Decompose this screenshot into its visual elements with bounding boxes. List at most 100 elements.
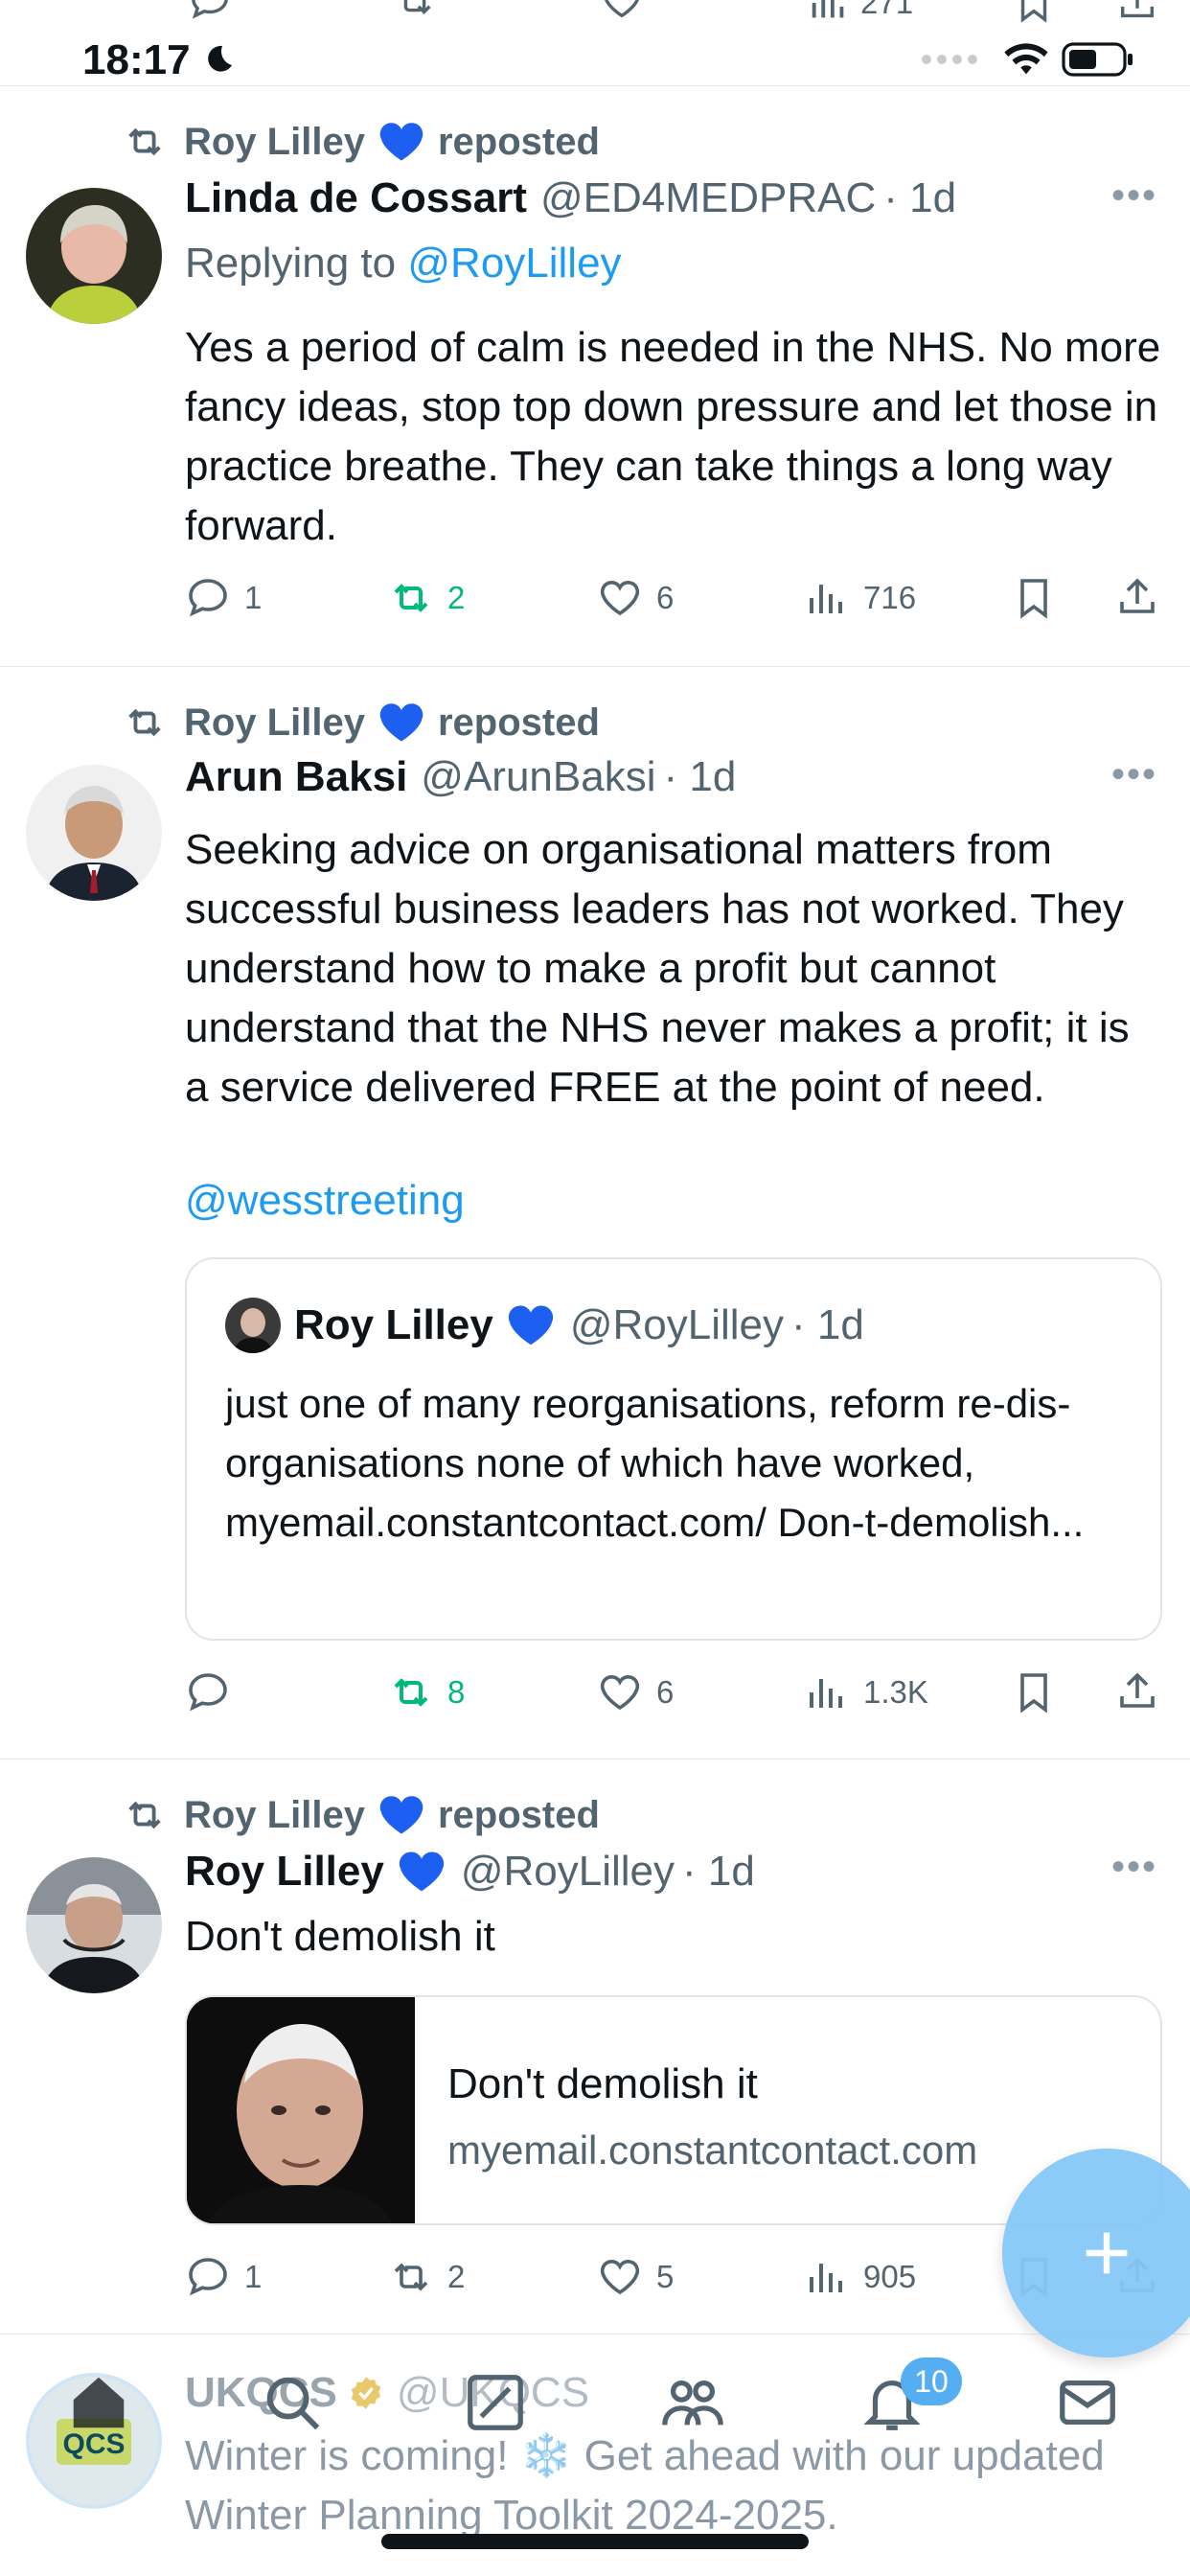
blue-heart-icon — [379, 703, 423, 742]
link-card[interactable]: Don't demolish it myemail.constantcontac… — [185, 1995, 1162, 2225]
tab-home[interactable] — [65, 2369, 132, 2441]
status-bar-time: 18:17 — [82, 36, 237, 84]
repost-context[interactable]: Roy Lilley reposted — [123, 117, 600, 167]
repost-count: 8 — [447, 1674, 466, 1710]
bookmark-icon — [1020, 0, 1047, 23]
repost-context[interactable]: Roy Lilley reposted — [123, 1790, 600, 1840]
like-button[interactable]: 6 — [597, 575, 674, 621]
clock: 18:17 — [82, 36, 191, 83]
like-button[interactable]: 5 — [597, 2254, 674, 2300]
repost-icon — [394, 1678, 428, 1707]
repost-icon — [128, 1801, 161, 1829]
tweet-header: Arun Baksi @ArunBaksi · 1d — [185, 753, 736, 801]
reply-icon — [192, 0, 228, 19]
more-icon[interactable]: ••• — [1111, 1846, 1157, 1889]
quoted-author-handle: @RoyLilley — [569, 1301, 785, 1348]
replying-to: Replying to @RoyLilley — [185, 240, 622, 288]
share-button[interactable] — [1115, 0, 1159, 25]
home-indicator — [381, 2534, 809, 2549]
grok-icon — [468, 2375, 523, 2430]
replying-to-link[interactable]: @RoyLilley — [407, 240, 621, 287]
more-icon[interactable]: ••• — [1111, 174, 1157, 218]
reposter-name: Roy Lilley — [184, 1793, 365, 1836]
repost-button[interactable]: 8 — [388, 1669, 465, 1715]
quoted-tweet[interactable]: Roy Lilley @RoyLilley · 1d just one of m… — [185, 1257, 1162, 1641]
reply-icon — [189, 579, 227, 617]
repost-button[interactable]: 2 — [388, 2254, 465, 2300]
reply-count: 1 — [244, 2259, 263, 2294]
tweet[interactable]: Roy Lilley reposted Linda de Cossart @ED… — [0, 86, 1190, 667]
reply-icon — [189, 1673, 227, 1712]
more-icon[interactable]: ••• — [1111, 753, 1157, 796]
reply-button[interactable] — [185, 1669, 244, 1715]
author-name[interactable]: Arun Baksi — [185, 753, 407, 801]
quoted-tweet-header: Roy Lilley @RoyLilley · 1d — [225, 1298, 864, 1353]
wifi-icon — [1004, 43, 1048, 75]
quoted-text: just one of many reorganisations, reform… — [225, 1381, 1085, 1545]
compose-icon — [1086, 2232, 1128, 2274]
author-name[interactable]: Roy Lilley — [185, 1848, 384, 1896]
bookmark-button[interactable] — [1011, 575, 1057, 621]
reposted-label: reposted — [437, 701, 600, 744]
reposter-name: Roy Lilley — [184, 120, 365, 163]
author-handle[interactable]: @RoyLilley — [461, 1848, 675, 1896]
bookmark-button[interactable] — [1011, 1669, 1057, 1715]
tweet-header: Roy Lilley @RoyLilley · 1d — [185, 1846, 755, 1898]
views-button[interactable]: 271 — [807, 0, 913, 25]
battery-icon — [1062, 42, 1133, 77]
mention-link[interactable]: @wesstreeting — [185, 1177, 465, 1225]
tab-messages[interactable] — [1054, 2369, 1121, 2441]
bookmark-icon — [1020, 1673, 1047, 1714]
like-button[interactable] — [600, 0, 644, 23]
replying-prefix: Replying to — [185, 240, 397, 287]
views-count: 716 — [863, 580, 917, 615]
repost-button[interactable] — [393, 0, 437, 23]
reply-button[interactable] — [188, 0, 232, 23]
blue-heart-icon — [379, 123, 423, 161]
bookmark-button[interactable] — [1012, 0, 1056, 25]
views-icon — [810, 2264, 842, 2292]
like-icon — [600, 581, 640, 616]
notifications-badge: 10 — [901, 2358, 962, 2405]
views-button[interactable]: 905 — [804, 2254, 916, 2300]
like-count: 5 — [656, 2259, 675, 2294]
tab-search[interactable] — [259, 2369, 326, 2441]
repost-icon — [128, 127, 161, 156]
views-button[interactable]: 1.3K — [804, 1669, 928, 1715]
tweet-text: Seeking advice on organisational matters… — [185, 826, 1130, 1111]
views-icon — [810, 1679, 842, 1708]
reply-button[interactable]: 1 — [185, 575, 262, 621]
reply-count: 1 — [244, 580, 263, 615]
tab-communities[interactable] — [659, 2369, 726, 2441]
like-icon — [605, 0, 639, 18]
like-icon — [600, 1675, 640, 1711]
views-count: 905 — [863, 2259, 917, 2294]
author-handle[interactable]: @ArunBaksi — [421, 753, 655, 801]
like-button[interactable]: 6 — [597, 1669, 674, 1715]
views-count: 1.3K — [863, 1674, 928, 1710]
avatar[interactable] — [26, 188, 162, 324]
share-button[interactable] — [1114, 1669, 1160, 1715]
like-icon — [600, 2260, 640, 2295]
share-button[interactable] — [1114, 575, 1160, 621]
reply-button[interactable]: 1 — [185, 2254, 262, 2300]
avatar[interactable] — [26, 765, 162, 901]
repost-icon — [403, 0, 431, 14]
avatar[interactable] — [26, 1857, 162, 1993]
author-handle[interactable]: @ED4MEDPRAC — [540, 174, 876, 222]
repost-button[interactable]: 2 — [388, 575, 465, 621]
views-button[interactable]: 716 — [804, 575, 916, 621]
tweet[interactable]: Roy Lilley reposted Arun Baksi @ArunBaks… — [0, 667, 1190, 1760]
tweet-actions: 8 6 1.3K — [185, 1669, 1162, 1727]
tab-grok[interactable] — [462, 2369, 529, 2441]
like-count: 6 — [656, 1674, 675, 1710]
reposter-name: Roy Lilley — [184, 701, 365, 744]
repost-context[interactable]: Roy Lilley reposted — [123, 698, 600, 748]
reply-icon — [189, 2258, 227, 2296]
author-name[interactable]: Linda de Cossart — [185, 174, 527, 222]
tweet-time: · 1d — [682, 1848, 755, 1895]
share-icon — [1120, 1672, 1155, 1708]
link-card-domain: myemail.constantcontact.com — [447, 2128, 978, 2173]
quoted-author-name: Roy Lilley — [294, 1301, 493, 1348]
tweet-header: Linda de Cossart @ED4MEDPRAC · 1d — [185, 174, 956, 222]
